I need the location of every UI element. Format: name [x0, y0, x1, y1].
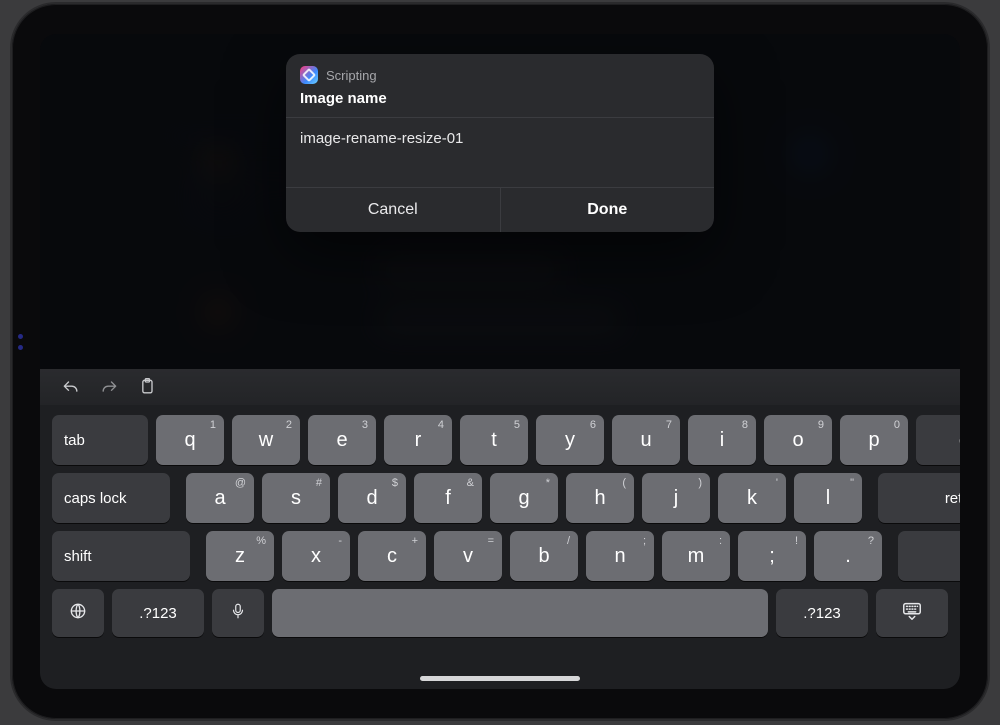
key-e[interactable]: 3e: [308, 415, 376, 465]
key-s[interactable]: #s: [262, 473, 330, 523]
key-b[interactable]: /b: [510, 531, 578, 581]
keyboard-row-4: .?123 .?123: [52, 589, 948, 637]
key-period[interactable]: ?.: [814, 531, 882, 581]
key-symbols-left[interactable]: .?123: [112, 589, 204, 637]
key-l[interactable]: "l: [794, 473, 862, 523]
hide-keyboard-icon: [901, 600, 923, 626]
scripting-app-icon: [300, 66, 318, 84]
key-caps-lock[interactable]: caps lock: [52, 473, 170, 523]
key-m[interactable]: :m: [662, 531, 730, 581]
ipad-screen: Scripting Image name Cancel Done: [40, 34, 960, 689]
redo-icon[interactable]: [98, 376, 120, 398]
key-t[interactable]: 5t: [460, 415, 528, 465]
key-hide-keyboard[interactable]: [876, 589, 948, 637]
keyboard-row-3: shift %z -x +c =v /b ;n :m !; ?. shift: [52, 531, 948, 581]
sheet-input-area[interactable]: [286, 118, 714, 187]
key-n[interactable]: ;n: [586, 531, 654, 581]
key-f[interactable]: &f: [414, 473, 482, 523]
key-y[interactable]: 6y: [536, 415, 604, 465]
globe-icon: [68, 601, 88, 625]
paste-icon[interactable]: [136, 376, 158, 398]
key-c[interactable]: +c: [358, 531, 426, 581]
key-return[interactable]: return: [878, 473, 960, 523]
home-indicator[interactable]: [420, 676, 580, 681]
key-p[interactable]: 0p: [840, 415, 908, 465]
cancel-button[interactable]: Cancel: [286, 188, 500, 232]
key-x[interactable]: -x: [282, 531, 350, 581]
key-d[interactable]: $d: [338, 473, 406, 523]
key-dictate[interactable]: [212, 589, 264, 637]
onscreen-keyboard: tab 1q 2w 3e 4r 5t 6y 7u 8i 9o 0p delete…: [40, 405, 960, 689]
sheet-header: Scripting: [286, 54, 714, 88]
key-semicolon[interactable]: !;: [738, 531, 806, 581]
keyboard-row-1: tab 1q 2w 3e 4r 5t 6y 7u 8i 9o 0p delete: [52, 415, 948, 465]
key-u[interactable]: 7u: [612, 415, 680, 465]
key-v[interactable]: =v: [434, 531, 502, 581]
text-prompt-sheet: Scripting Image name Cancel Done: [286, 54, 714, 232]
ipad-bezel: Scripting Image name Cancel Done: [12, 4, 988, 719]
key-i[interactable]: 8i: [688, 415, 756, 465]
key-k[interactable]: 'k: [718, 473, 786, 523]
keyboard-accessory-bar: [40, 369, 960, 405]
key-a[interactable]: @a: [186, 473, 254, 523]
viewport: { "prompt": { "app": "Scripting", "title…: [0, 0, 1000, 725]
sensor-dots: [18, 334, 23, 350]
key-z[interactable]: %z: [206, 531, 274, 581]
undo-icon[interactable]: [60, 376, 82, 398]
sheet-app-name: Scripting: [326, 68, 377, 83]
key-tab[interactable]: tab: [52, 415, 148, 465]
key-delete[interactable]: delete: [916, 415, 960, 465]
key-g[interactable]: *g: [490, 473, 558, 523]
done-button[interactable]: Done: [501, 188, 715, 232]
key-globe[interactable]: [52, 589, 104, 637]
image-name-input[interactable]: [300, 130, 700, 147]
key-shift-right[interactable]: shift: [898, 531, 960, 581]
key-space[interactable]: [272, 589, 768, 637]
keyboard-row-2: caps lock @a #s $d &f *g (h )j 'k "l ret…: [52, 473, 948, 523]
key-symbols-right[interactable]: .?123: [776, 589, 868, 637]
microphone-icon: [229, 602, 247, 624]
key-h[interactable]: (h: [566, 473, 634, 523]
key-shift-left[interactable]: shift: [52, 531, 190, 581]
key-o[interactable]: 9o: [764, 415, 832, 465]
sheet-actions: Cancel Done: [286, 188, 714, 232]
key-q[interactable]: 1q: [156, 415, 224, 465]
key-w[interactable]: 2w: [232, 415, 300, 465]
key-r[interactable]: 4r: [384, 415, 452, 465]
sheet-title: Image name: [286, 88, 714, 117]
key-j[interactable]: )j: [642, 473, 710, 523]
